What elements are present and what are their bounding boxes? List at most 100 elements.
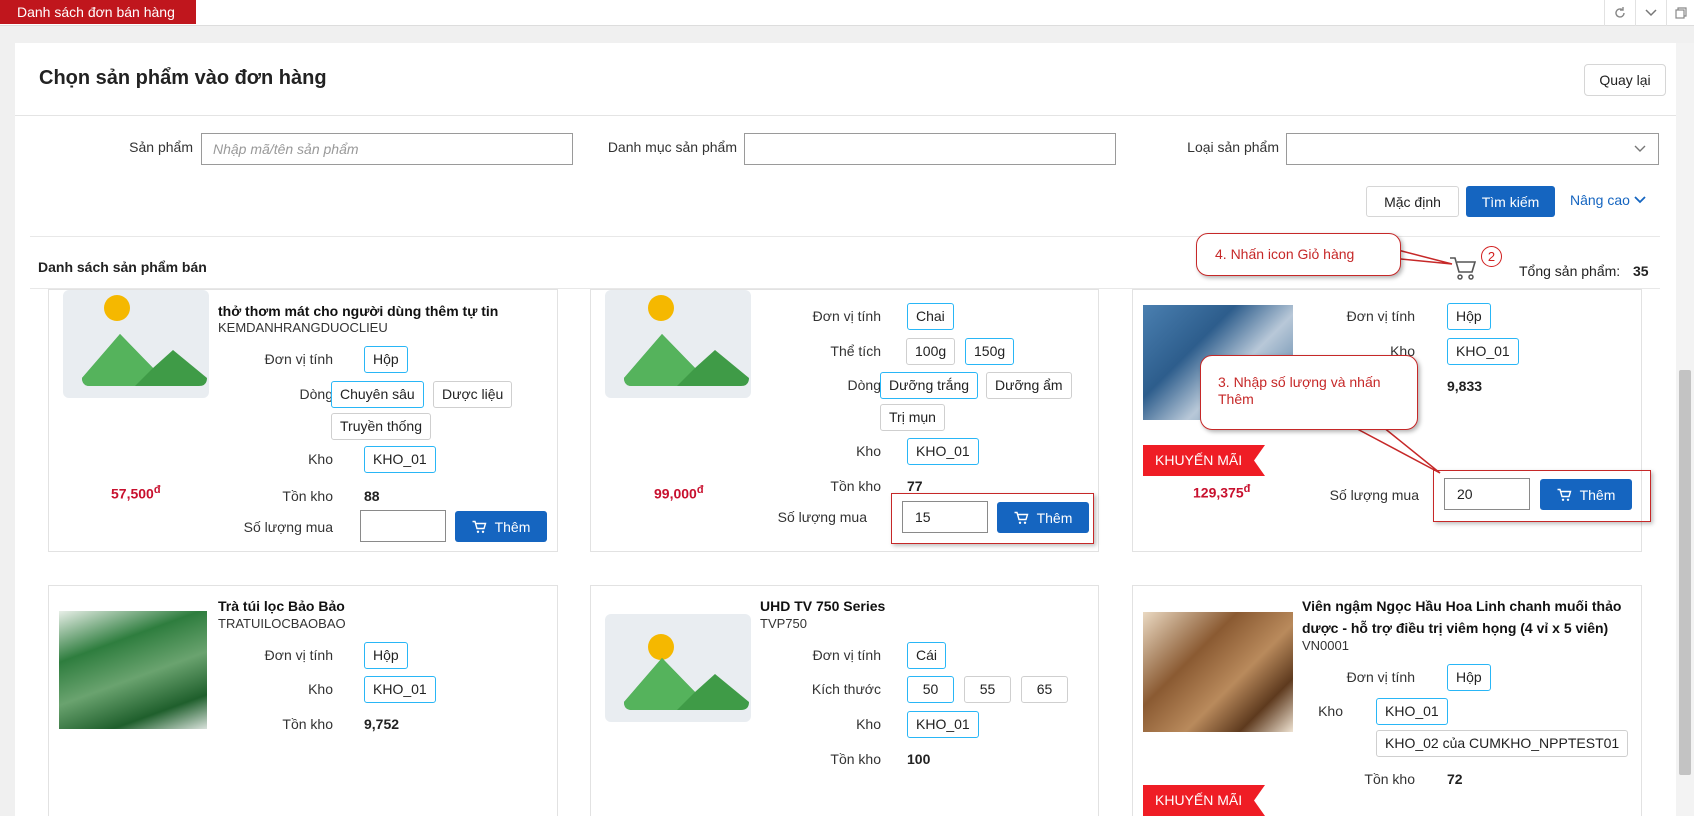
unit-option[interactable]: Hộp	[1447, 303, 1491, 330]
stock-value: 88	[364, 488, 380, 504]
add-button[interactable]: Thêm	[455, 511, 547, 542]
volume-option[interactable]: 100g	[906, 338, 956, 365]
product-card: UHD TV 750 Series TVP750 Đơn vị tính Cái…	[590, 585, 1099, 816]
add-button[interactable]: Thêm	[1540, 479, 1632, 510]
qty-label: Số lượng mua	[1329, 487, 1419, 503]
size-option[interactable]: 65	[1021, 676, 1068, 703]
stock-value: 9,833	[1447, 378, 1483, 394]
qty-input[interactable]	[360, 510, 446, 542]
header-divider	[15, 115, 1676, 116]
add-button-label: Thêm	[1036, 509, 1073, 526]
unit-option[interactable]: Cái	[907, 642, 947, 669]
price-value: 129,375	[1193, 484, 1244, 501]
size-label: Kích thước	[811, 681, 881, 697]
product-list-title: Danh sách sản phẩm bán	[38, 259, 207, 275]
warehouse-label: Kho	[308, 451, 333, 467]
type-filter-label: Loại sản phẩm	[1187, 139, 1279, 155]
stock-label: Tồn kho	[1364, 771, 1415, 787]
refresh-button[interactable]	[1604, 0, 1635, 26]
cart-icon	[1557, 488, 1572, 501]
type-select[interactable]	[1286, 133, 1659, 165]
stock-value: 9,752	[364, 716, 400, 732]
warehouse-option[interactable]: KHO_01	[907, 438, 979, 465]
line-option[interactable]: Dược liệu	[433, 381, 513, 408]
cart-icon	[1014, 511, 1029, 524]
warehouse-option[interactable]: KHO_01	[1447, 338, 1519, 365]
add-button-label: Thêm	[494, 518, 531, 535]
search-button[interactable]: Tìm kiếm	[1466, 186, 1555, 217]
unit-option[interactable]: Hộp	[364, 346, 408, 373]
line-option[interactable]: Truyền thống	[331, 413, 431, 440]
restore-window-icon	[1674, 7, 1687, 19]
product-code: KEMDANHRANGDUOCLIEU	[218, 320, 388, 335]
category-filter-label: Danh mục sản phẩm	[607, 139, 737, 155]
product-name: thở thơm mát cho người dùng thêm tự tin	[218, 303, 499, 319]
default-button[interactable]: Mặc định	[1366, 186, 1459, 217]
currency: đ	[1243, 483, 1251, 495]
product-card: thở thơm mát cho người dùng thêm tự tin …	[48, 289, 558, 552]
product-search-input[interactable]	[201, 133, 573, 165]
line-option[interactable]: Dưỡng ẩm	[986, 372, 1072, 399]
warehouse-option[interactable]: KHO_01	[364, 676, 436, 703]
currency: đ	[696, 484, 704, 496]
unit-label: Đơn vị tính	[1346, 308, 1415, 324]
volume-option[interactable]: 150g	[965, 338, 1015, 365]
price: 99,000đ	[654, 484, 704, 502]
product-photo	[59, 611, 207, 729]
unit-option[interactable]: Chai	[907, 303, 954, 330]
advanced-label: Nâng cao	[1570, 192, 1630, 208]
stock-value: 77	[907, 478, 923, 494]
warehouse-option[interactable]: KHO_02 của CUMKHO_NPPTEST01	[1376, 730, 1629, 757]
add-button[interactable]: Thêm	[997, 502, 1089, 533]
product-code: TVP750	[760, 616, 807, 631]
tab-order-list[interactable]: Danh sách đơn bán hàng	[0, 0, 196, 24]
line-option[interactable]: Chuyên sâu	[331, 381, 424, 408]
divider	[30, 236, 1660, 237]
image-placeholder-icon	[605, 614, 751, 722]
product-name: Viên ngậm Ngọc Hầu Hoa Linh chanh muối t…	[1302, 598, 1622, 636]
image-placeholder-icon	[605, 290, 751, 398]
cart-count-badge: 2	[1481, 246, 1502, 267]
warehouse-option[interactable]: KHO_01	[364, 446, 436, 473]
unit-label: Đơn vị tính	[264, 351, 333, 367]
unit-option[interactable]: Hộp	[364, 642, 408, 669]
product-image	[597, 290, 751, 412]
warehouse-option[interactable]: KHO_01	[1376, 698, 1448, 725]
callout-add-step: 3. Nhập số lượng và nhấn Thêm	[1200, 355, 1418, 430]
collapse-button[interactable]	[1635, 0, 1666, 26]
qty-label: Số lượng mua	[777, 509, 867, 525]
product-filter-label: Sản phẩm	[129, 139, 193, 155]
scrollbar-thumb[interactable]	[1679, 370, 1691, 775]
back-button[interactable]: Quay lại	[1584, 64, 1666, 96]
unit-option[interactable]: Hộp	[1447, 664, 1491, 691]
total-products-label: Tổng sản phẩm:	[1519, 263, 1621, 279]
price: 57,500đ	[111, 484, 161, 502]
price: 129,375đ	[1193, 483, 1250, 501]
price-value: 99,000	[654, 485, 697, 502]
qty-input[interactable]	[1444, 478, 1530, 510]
promo-tag: KHUYẾN MÃI	[1143, 785, 1265, 816]
unit-label: Đơn vị tính	[812, 647, 881, 663]
line-label: Dòng	[847, 377, 881, 393]
stock-value: 100	[907, 751, 931, 767]
warehouse-option[interactable]: KHO_01	[907, 711, 979, 738]
size-option[interactable]: 50	[907, 676, 954, 703]
advanced-toggle[interactable]: Nâng cao	[1570, 192, 1646, 208]
product-card: Đơn vị tính Chai Thể tích 100g 150g Dòng…	[590, 289, 1099, 552]
restore-button[interactable]	[1666, 0, 1694, 26]
line-option[interactable]: Dưỡng trắng	[880, 372, 979, 399]
line-label: Dòng	[299, 386, 333, 402]
unit-label: Đơn vị tính	[264, 647, 333, 663]
warehouse-label: Kho	[1318, 703, 1343, 719]
volume-label: Thể tích	[830, 343, 881, 359]
currency: đ	[153, 484, 161, 496]
category-input[interactable]	[744, 133, 1116, 165]
line-option[interactable]: Trị mụn	[880, 404, 945, 431]
callout-cart-step: 4. Nhấn icon Giỏ hàng	[1196, 233, 1401, 276]
qty-input[interactable]	[902, 501, 988, 533]
chevron-down-icon	[1634, 196, 1646, 204]
size-option[interactable]: 55	[964, 676, 1011, 703]
stock-value: 72	[1447, 771, 1463, 787]
image-placeholder-icon	[63, 290, 209, 398]
price-value: 57,500	[111, 485, 154, 502]
